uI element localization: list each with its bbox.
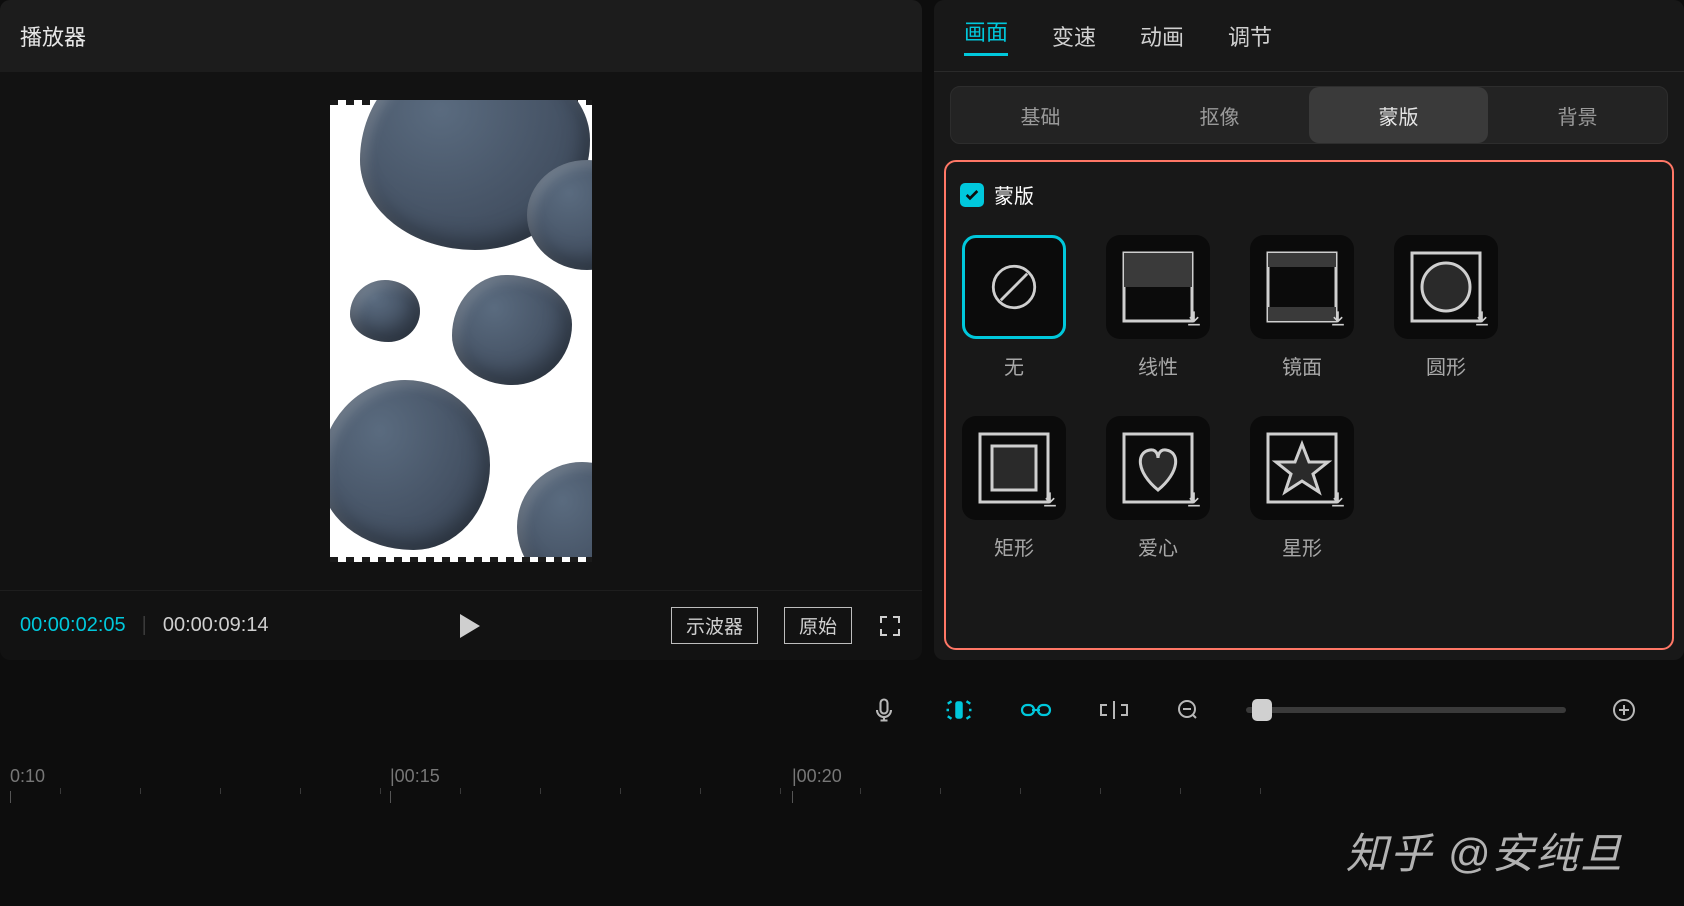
mask-enable-checkbox[interactable] xyxy=(960,183,984,207)
zoom-in-icon[interactable] xyxy=(1612,698,1636,722)
subtab-basic[interactable]: 基础 xyxy=(951,87,1130,143)
timecode-current: 00:00:02:05 xyxy=(20,614,126,637)
download-icon[interactable] xyxy=(1040,489,1060,514)
tick-minor xyxy=(60,788,61,794)
zoom-thumb[interactable] xyxy=(1252,699,1272,721)
download-icon[interactable] xyxy=(1472,308,1492,333)
tick-minor xyxy=(1020,788,1021,794)
tick-minor xyxy=(860,788,861,794)
timeline-ruler[interactable]: 0:10 |00:15 |00:20 xyxy=(0,756,1684,828)
timecode-total: 00:00:09:14 xyxy=(163,614,269,637)
player-panel: 播放器 00:00:02:05 | 00:00:09:14 示波器 原始 xyxy=(0,0,922,660)
mask-grid: 无 线性 镜面 圆形矩形 爱心 星形 xyxy=(960,235,1658,561)
mask-option-star[interactable]: 星形 xyxy=(1248,416,1356,561)
timecode-separator: | xyxy=(142,614,147,637)
download-icon[interactable] xyxy=(1184,489,1204,514)
tick-minor xyxy=(700,788,701,794)
mask-thumb-linear[interactable] xyxy=(1106,235,1210,339)
player-controls: 00:00:02:05 | 00:00:09:14 示波器 原始 xyxy=(0,590,922,660)
tick-minor xyxy=(1260,788,1261,794)
download-icon[interactable] xyxy=(1184,308,1204,333)
subtab-mask[interactable]: 蒙版 xyxy=(1309,87,1488,143)
tick-minor xyxy=(1100,788,1101,794)
mask-thumb-circle[interactable] xyxy=(1394,235,1498,339)
mask-label: 线性 xyxy=(1138,351,1178,380)
tick-major: |00:15 xyxy=(390,766,440,803)
tick-minor xyxy=(940,788,941,794)
mask-label: 无 xyxy=(1004,351,1024,380)
tick-minor xyxy=(140,788,141,794)
fullscreen-icon[interactable] xyxy=(878,614,902,638)
tab-animate[interactable]: 动画 xyxy=(1140,20,1184,52)
tick-minor xyxy=(1180,788,1181,794)
mask-option-linear[interactable]: 线性 xyxy=(1104,235,1212,380)
split-icon[interactable] xyxy=(1098,697,1130,723)
subtab-bg[interactable]: 背景 xyxy=(1488,87,1667,143)
mask-section: 蒙版 无 线性 镜面 圆形矩形 爱心 星形 xyxy=(944,160,1674,650)
preview-area[interactable] xyxy=(0,72,922,590)
tick-minor xyxy=(460,788,461,794)
bottom-toolbar xyxy=(0,670,1684,750)
preview-canvas[interactable] xyxy=(330,100,592,562)
tab-picture[interactable]: 画面 xyxy=(964,15,1008,56)
mask-enable-row: 蒙版 xyxy=(960,180,1658,209)
zoom-slider[interactable] xyxy=(1246,707,1566,713)
tick-minor xyxy=(780,788,781,794)
zoom-out-icon[interactable] xyxy=(1176,698,1200,722)
tab-speed[interactable]: 变速 xyxy=(1052,20,1096,52)
mask-thumb-rect[interactable] xyxy=(962,416,1066,520)
mask-option-circle[interactable]: 圆形 xyxy=(1392,235,1500,380)
mask-label: 矩形 xyxy=(994,532,1034,561)
tick-minor xyxy=(300,788,301,794)
props-tabs: 画面 变速 动画 调节 xyxy=(934,0,1684,72)
mask-thumb-none[interactable] xyxy=(962,235,1066,339)
properties-panel: 画面 变速 动画 调节 基础 抠像 蒙版 背景 蒙版 无 线性 镜面 圆形矩形 爱心 星形 xyxy=(934,0,1684,660)
mask-thumb-star[interactable] xyxy=(1250,416,1354,520)
tick-minor xyxy=(220,788,221,794)
link-icon[interactable] xyxy=(1020,698,1052,722)
tick-major: |00:20 xyxy=(792,766,842,803)
mask-option-rect[interactable]: 矩形 xyxy=(960,416,1068,561)
mask-label: 圆形 xyxy=(1426,351,1466,380)
original-button[interactable]: 原始 xyxy=(784,607,852,644)
mask-label: 镜面 xyxy=(1282,351,1322,380)
sub-tabs: 基础 抠像 蒙版 背景 xyxy=(950,86,1668,144)
mask-option-mirror[interactable]: 镜面 xyxy=(1248,235,1356,380)
microphone-icon[interactable] xyxy=(870,696,898,724)
tick-minor xyxy=(540,788,541,794)
mask-thumb-mirror[interactable] xyxy=(1250,235,1354,339)
watermark: 知乎 @安纯旦 xyxy=(1346,820,1624,881)
mask-label: 星形 xyxy=(1282,532,1322,561)
play-button[interactable] xyxy=(460,614,480,638)
mask-option-heart[interactable]: 爱心 xyxy=(1104,416,1212,561)
mask-label: 爱心 xyxy=(1138,532,1178,561)
download-icon[interactable] xyxy=(1328,489,1348,514)
auto-cut-icon[interactable] xyxy=(944,695,974,725)
player-title: 播放器 xyxy=(0,0,922,72)
tab-adjust[interactable]: 调节 xyxy=(1228,20,1272,52)
download-icon[interactable] xyxy=(1328,308,1348,333)
tick-major: 0:10 xyxy=(10,766,45,803)
tick-minor xyxy=(620,788,621,794)
mask-enable-label: 蒙版 xyxy=(994,180,1034,209)
scope-button[interactable]: 示波器 xyxy=(671,607,758,644)
mask-thumb-heart[interactable] xyxy=(1106,416,1210,520)
mask-option-none[interactable]: 无 xyxy=(960,235,1068,380)
subtab-cutout[interactable]: 抠像 xyxy=(1130,87,1309,143)
tick-minor xyxy=(380,788,381,794)
